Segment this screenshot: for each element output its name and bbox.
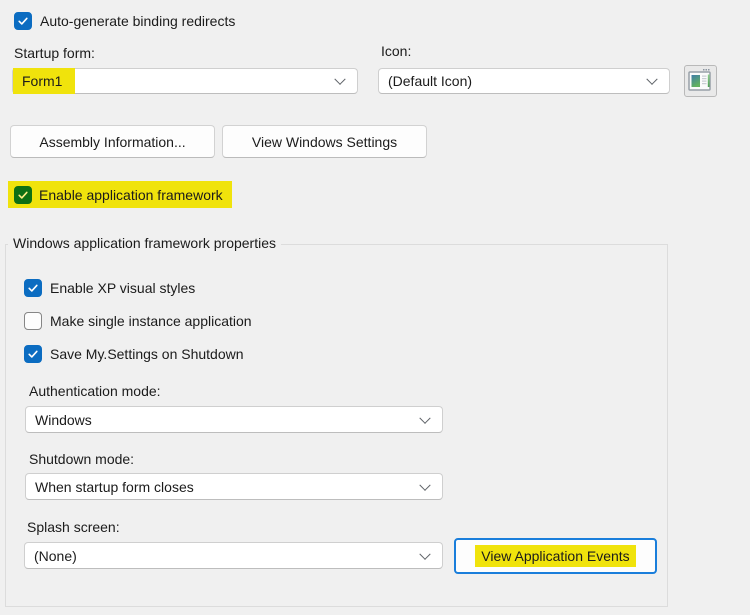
make-single-instance-row: Make single instance application <box>24 311 252 331</box>
auto-generate-binding-redirects-checkbox[interactable] <box>14 12 32 30</box>
startup-form-dropdown[interactable]: Form1 <box>12 68 358 94</box>
assembly-information-button[interactable]: Assembly Information... <box>10 125 215 158</box>
shutdown-mode-dropdown[interactable]: When startup form closes <box>25 473 443 500</box>
view-application-events-label: View Application Events <box>475 545 635 567</box>
enable-xp-visual-styles-checkbox[interactable] <box>24 279 42 297</box>
windows-application-framework-groupbox: Windows application framework properties… <box>5 244 668 607</box>
startup-form-value: Form1 <box>13 68 75 94</box>
authentication-mode-dropdown[interactable]: Windows <box>25 406 443 433</box>
icon-dropdown[interactable]: (Default Icon) <box>378 68 670 94</box>
checkmark-icon <box>27 348 39 360</box>
icon-value: (Default Icon) <box>388 73 472 89</box>
checkmark-icon <box>17 15 29 27</box>
authentication-mode-value: Windows <box>35 412 92 428</box>
application-default-icon <box>688 68 713 95</box>
view-windows-settings-button[interactable]: View Windows Settings <box>222 125 427 158</box>
groupbox-title: Windows application framework properties <box>8 235 281 251</box>
splash-screen-label: Splash screen: <box>27 519 120 535</box>
save-my-settings-label: Save My.Settings on Shutdown <box>50 346 244 362</box>
make-single-instance-label: Make single instance application <box>50 313 252 329</box>
application-settings-page: { "colors": { "background": "#f0f0f0", "… <box>0 0 750 615</box>
save-my-settings-checkbox[interactable] <box>24 345 42 363</box>
splash-screen-dropdown[interactable]: (None) <box>24 542 443 569</box>
save-my-settings-row: Save My.Settings on Shutdown <box>24 344 244 364</box>
view-application-events-button[interactable]: View Application Events <box>454 538 657 574</box>
enable-application-framework-label: Enable application framework <box>39 187 223 203</box>
make-single-instance-checkbox[interactable] <box>24 312 42 330</box>
auto-generate-binding-redirects-row: Auto-generate binding redirects <box>14 11 235 31</box>
authentication-mode-label: Authentication mode: <box>29 383 161 399</box>
enable-application-framework-checkbox[interactable] <box>14 186 32 204</box>
enable-xp-visual-styles-label: Enable XP visual styles <box>50 280 195 296</box>
enable-xp-visual-styles-row: Enable XP visual styles <box>24 278 195 298</box>
shutdown-mode-label: Shutdown mode: <box>29 451 134 467</box>
icon-preview-button[interactable] <box>684 65 717 97</box>
startup-form-label: Startup form: <box>14 45 95 61</box>
icon-label: Icon: <box>381 43 411 59</box>
enable-application-framework-row: Enable application framework <box>8 181 232 208</box>
checkmark-icon <box>17 189 29 201</box>
checkmark-icon <box>27 282 39 294</box>
auto-generate-binding-redirects-label: Auto-generate binding redirects <box>40 13 235 29</box>
splash-screen-value: (None) <box>34 548 77 564</box>
shutdown-mode-value: When startup form closes <box>35 479 194 495</box>
